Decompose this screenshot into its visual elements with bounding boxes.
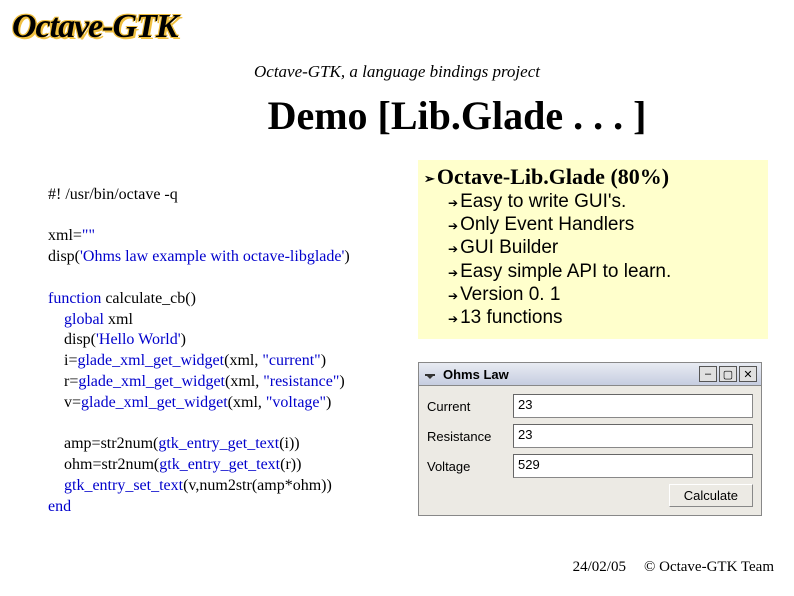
- window-title: Ohms Law: [443, 367, 697, 382]
- code-text: ): [181, 331, 186, 348]
- code-keyword: end: [48, 498, 71, 515]
- arrow-icon: ➔: [448, 289, 458, 303]
- feature-item: ➔13 functions: [448, 306, 762, 329]
- code-func: gtk_entry_get_text: [159, 456, 280, 473]
- code-text: ): [339, 373, 344, 390]
- feature-text: Easy to write GUI's.: [460, 191, 626, 212]
- code-text: xml: [104, 311, 133, 328]
- bullet-icon: ➢: [424, 171, 435, 186]
- feature-text: Only Event Handlers: [460, 214, 634, 235]
- code-text: amp=str2num(: [48, 435, 158, 452]
- close-button[interactable]: ✕: [739, 366, 757, 382]
- features-panel: ➢Octave-Lib.Glade (80%) ➔Easy to write G…: [418, 160, 768, 339]
- code-text: i=: [48, 352, 77, 369]
- code-func: glade_xml_get_widget: [78, 373, 225, 390]
- features-heading: ➢Octave-Lib.Glade (80%): [424, 164, 762, 190]
- code-text: [48, 477, 64, 494]
- code-text: ): [321, 352, 326, 369]
- feature-item: ➔Easy simple API to learn.: [448, 260, 762, 283]
- code-func: glade_xml_get_widget: [81, 394, 228, 411]
- button-row: Calculate: [427, 484, 753, 507]
- input-voltage[interactable]: 529: [513, 454, 753, 478]
- code-text: (xml,: [224, 352, 262, 369]
- code-text: disp(: [48, 248, 80, 265]
- code-text: calculate_cb(): [101, 290, 196, 307]
- feature-item: ➔Only Event Handlers: [448, 213, 762, 236]
- feature-item: ➔GUI Builder: [448, 236, 762, 259]
- label-voltage: Voltage: [427, 459, 513, 474]
- feature-text: 13 functions: [460, 307, 562, 328]
- arrow-icon: ➔: [448, 196, 458, 210]
- code-string: "current": [262, 352, 320, 369]
- calculate-button[interactable]: Calculate: [669, 484, 753, 507]
- form-row-current: Current 23: [427, 394, 753, 418]
- feature-item: ➔Version 0. 1: [448, 283, 762, 306]
- code-text: (i)): [279, 435, 299, 452]
- footer: 24/02/05 © Octave-GTK Team: [573, 559, 774, 576]
- code-string: 'Hello World': [96, 331, 181, 348]
- maximize-button[interactable]: ▢: [719, 366, 737, 382]
- feature-text: GUI Builder: [460, 237, 558, 258]
- code-text: disp(: [48, 331, 96, 348]
- arrow-icon: ➔: [448, 312, 458, 326]
- footer-date: 24/02/05: [573, 559, 626, 575]
- slide-title: Demo [Lib.Glade . . . ]: [0, 92, 794, 139]
- input-resistance[interactable]: 23: [513, 424, 753, 448]
- code-string: 'Ohms law example with octave-libglade': [80, 248, 344, 265]
- code-text: (xml,: [225, 373, 263, 390]
- code-func: gtk_entry_get_text: [158, 435, 279, 452]
- label-current: Current: [427, 399, 513, 414]
- feature-text: Version 0. 1: [460, 284, 560, 305]
- code-text: ohm=str2num(: [48, 456, 159, 473]
- code-text: ): [344, 248, 349, 265]
- code-text: (v,num2str(amp*ohm)): [183, 477, 332, 494]
- code-text: v=: [48, 394, 81, 411]
- arrow-icon: ➔: [448, 242, 458, 256]
- code-string: "": [82, 227, 95, 244]
- window-menu-icon[interactable]: [423, 367, 437, 381]
- code-block: #! /usr/bin/octave -q xml="" disp('Ohms …: [48, 164, 408, 518]
- code-line: #! /usr/bin/octave -q: [48, 186, 178, 203]
- minimize-button[interactable]: –: [699, 366, 717, 382]
- arrow-icon: ➔: [448, 219, 458, 233]
- form-row-voltage: Voltage 529: [427, 454, 753, 478]
- features-list: ➔Easy to write GUI's. ➔Only Event Handle…: [448, 190, 762, 329]
- footer-credit: © Octave-GTK Team: [644, 559, 774, 575]
- features-heading-text: Octave-Lib.Glade (80%): [437, 164, 669, 189]
- code-string: "resistance": [263, 373, 339, 390]
- code-func: gtk_entry_set_text: [64, 477, 183, 494]
- feature-text: Easy simple API to learn.: [460, 261, 671, 282]
- form-row-resistance: Resistance 23: [427, 424, 753, 448]
- arrow-icon: ➔: [448, 266, 458, 280]
- subtitle: Octave-GTK, a language bindings project: [0, 62, 794, 82]
- logo: Octave-GTK: [12, 8, 178, 46]
- code-text: xml=: [48, 227, 82, 244]
- code-keyword: function: [48, 290, 101, 307]
- label-resistance: Resistance: [427, 429, 513, 444]
- feature-item: ➔Easy to write GUI's.: [448, 190, 762, 213]
- code-text: r=: [48, 373, 78, 390]
- code-text: (xml,: [228, 394, 266, 411]
- code-keyword: global: [48, 311, 104, 328]
- demo-window: Ohms Law – ▢ ✕ Current 23 Resistance 23 …: [418, 362, 762, 516]
- code-func: glade_xml_get_widget: [77, 352, 224, 369]
- window-titlebar[interactable]: Ohms Law – ▢ ✕: [418, 362, 762, 386]
- code-string: "voltage": [266, 394, 326, 411]
- input-current[interactable]: 23: [513, 394, 753, 418]
- code-text: (r)): [280, 456, 301, 473]
- code-text: ): [326, 394, 331, 411]
- window-body: Current 23 Resistance 23 Voltage 529 Cal…: [418, 386, 762, 516]
